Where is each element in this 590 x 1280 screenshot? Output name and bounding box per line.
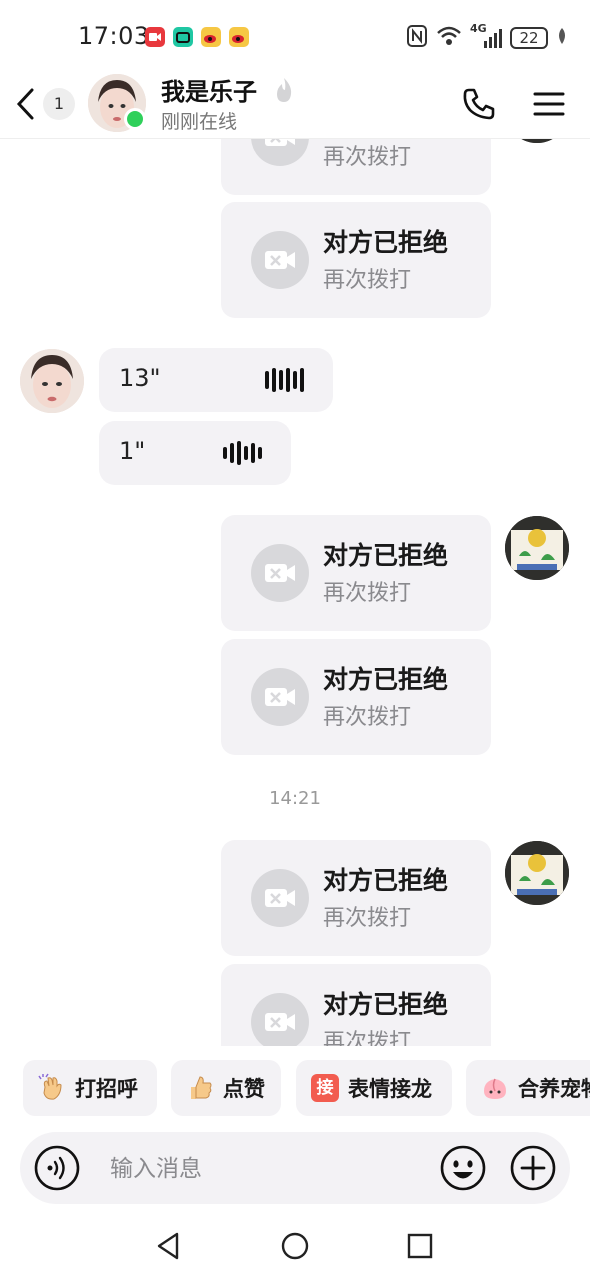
contact-name[interactable]: 我是乐子 xyxy=(161,72,257,107)
contact-avatar-in-chat[interactable] xyxy=(20,349,84,413)
bilibili-app-icon xyxy=(173,27,193,47)
circle-home-icon xyxy=(281,1232,309,1260)
call-status-title: 对方已拒绝 xyxy=(323,541,449,570)
voice-call-button[interactable] xyxy=(461,86,497,122)
rejected-call-card[interactable]: 对方已拒绝 再次拨打 xyxy=(221,639,491,755)
system-nav-bar xyxy=(0,1212,590,1280)
quick-reply-emoji-chain[interactable]: 接 表情接龙 xyxy=(296,1060,452,1116)
video-call-declined-icon xyxy=(251,544,309,602)
battery-indicator: 22 xyxy=(510,27,548,49)
quick-reply-label: 表情接龙 xyxy=(348,1077,432,1101)
rejected-call-card[interactable]: 对方已拒绝 再次拨打 xyxy=(221,515,491,631)
voice-duration: 1" xyxy=(119,437,146,465)
peach-pet-icon xyxy=(480,1073,510,1103)
weibo-app-icon xyxy=(229,27,249,47)
rejected-call-card[interactable]: 对方已拒绝 再次拨打 xyxy=(221,840,491,956)
message-input[interactable] xyxy=(108,1150,412,1188)
call-status-title: 对方已拒绝 xyxy=(323,866,449,895)
jie-badge-text: 接 xyxy=(311,1074,339,1102)
wifi-icon xyxy=(436,25,462,51)
message-list[interactable]: 对方已拒绝 再次拨打 对方已拒绝 再次拨打 13" 1" 对方已拒绝 xyxy=(0,139,590,1046)
unread-count-badge: 1 xyxy=(43,88,75,120)
message-input-bar xyxy=(20,1132,570,1204)
smiley-icon xyxy=(440,1145,486,1191)
chat-header: 1 我是乐子 刚刚在线 xyxy=(0,74,590,139)
nav-recents-button[interactable] xyxy=(404,1230,436,1262)
quick-reply-like[interactable]: 点赞 xyxy=(171,1060,281,1116)
emoji-button[interactable] xyxy=(440,1145,486,1191)
status-bar: 17:03 4G 22 xyxy=(0,0,590,74)
back-arrow-icon xyxy=(16,88,34,120)
square-recents-icon xyxy=(407,1233,433,1259)
voice-message[interactable]: 13" xyxy=(99,348,333,412)
redial-label: 再次拨打 xyxy=(323,705,412,730)
voice-input-button[interactable] xyxy=(34,1145,80,1191)
quick-reply-pet[interactable]: 合养宠物 xyxy=(466,1060,590,1116)
redial-label: 再次拨打 xyxy=(323,145,412,170)
triangle-back-icon xyxy=(157,1232,179,1260)
thumbs-up-icon xyxy=(185,1073,215,1103)
voice-waveform-icon xyxy=(265,348,304,412)
redial-label: 再次拨打 xyxy=(323,581,412,606)
quick-reply-label: 点赞 xyxy=(223,1077,265,1101)
voice-message[interactable]: 1" xyxy=(99,421,291,485)
redial-label: 再次拨打 xyxy=(323,1030,412,1046)
online-status-dot xyxy=(124,108,146,130)
nfc-icon xyxy=(406,24,428,52)
redial-label: 再次拨打 xyxy=(323,906,412,931)
quick-reply-bar: 打招呼 点赞 接 表情接龙 合养宠物 xyxy=(0,1060,590,1116)
rejected-call-card[interactable]: 对方已拒绝 再次拨打 xyxy=(221,202,491,318)
status-time: 17:03 xyxy=(78,22,150,50)
rejected-call-card[interactable]: 对方已拒绝 再次拨打 xyxy=(221,964,491,1046)
self-avatar[interactable] xyxy=(505,841,569,905)
self-avatar[interactable] xyxy=(505,139,569,143)
leaf-icon xyxy=(556,27,568,49)
video-call-declined-icon xyxy=(251,668,309,726)
waving-hand-icon xyxy=(37,1073,67,1103)
flame-icon xyxy=(272,76,296,108)
more-menu-button[interactable] xyxy=(533,88,565,120)
nav-back-button[interactable] xyxy=(153,1230,185,1262)
video-call-declined-icon xyxy=(251,139,309,166)
phone-icon xyxy=(463,88,495,120)
jie-badge-icon: 接 xyxy=(310,1073,340,1103)
voice-waveform-icon xyxy=(223,421,262,485)
redial-label: 再次拨打 xyxy=(323,268,412,293)
nav-home-button[interactable] xyxy=(279,1230,311,1262)
video-call-declined-icon xyxy=(251,231,309,289)
rejected-call-card[interactable]: 对方已拒绝 再次拨打 xyxy=(221,139,491,195)
message-timestamp: 14:21 xyxy=(269,788,321,809)
quick-reply-label: 合养宠物 xyxy=(518,1077,590,1101)
contact-last-seen: 刚刚在线 xyxy=(161,111,238,133)
voice-wave-icon xyxy=(34,1145,80,1191)
voice-duration: 13" xyxy=(119,364,161,392)
call-status-title: 对方已拒绝 xyxy=(323,990,449,1019)
plus-icon xyxy=(510,1145,556,1191)
more-actions-button[interactable] xyxy=(510,1145,556,1191)
hamburger-menu-icon xyxy=(533,92,565,116)
video-call-declined-icon xyxy=(251,993,309,1046)
cellular-signal-icon: 4G xyxy=(470,22,502,50)
quick-reply-label: 打招呼 xyxy=(75,1077,138,1101)
video-call-declined-icon xyxy=(251,869,309,927)
weibo-app-icon xyxy=(201,27,221,47)
quick-reply-greet[interactable]: 打招呼 xyxy=(23,1060,157,1116)
video-app-icon xyxy=(145,27,165,47)
call-status-title: 对方已拒绝 xyxy=(323,665,449,694)
call-status-title: 对方已拒绝 xyxy=(323,228,449,257)
self-avatar[interactable] xyxy=(505,516,569,580)
network-type-label: 4G xyxy=(470,22,487,35)
back-button[interactable] xyxy=(12,86,42,122)
